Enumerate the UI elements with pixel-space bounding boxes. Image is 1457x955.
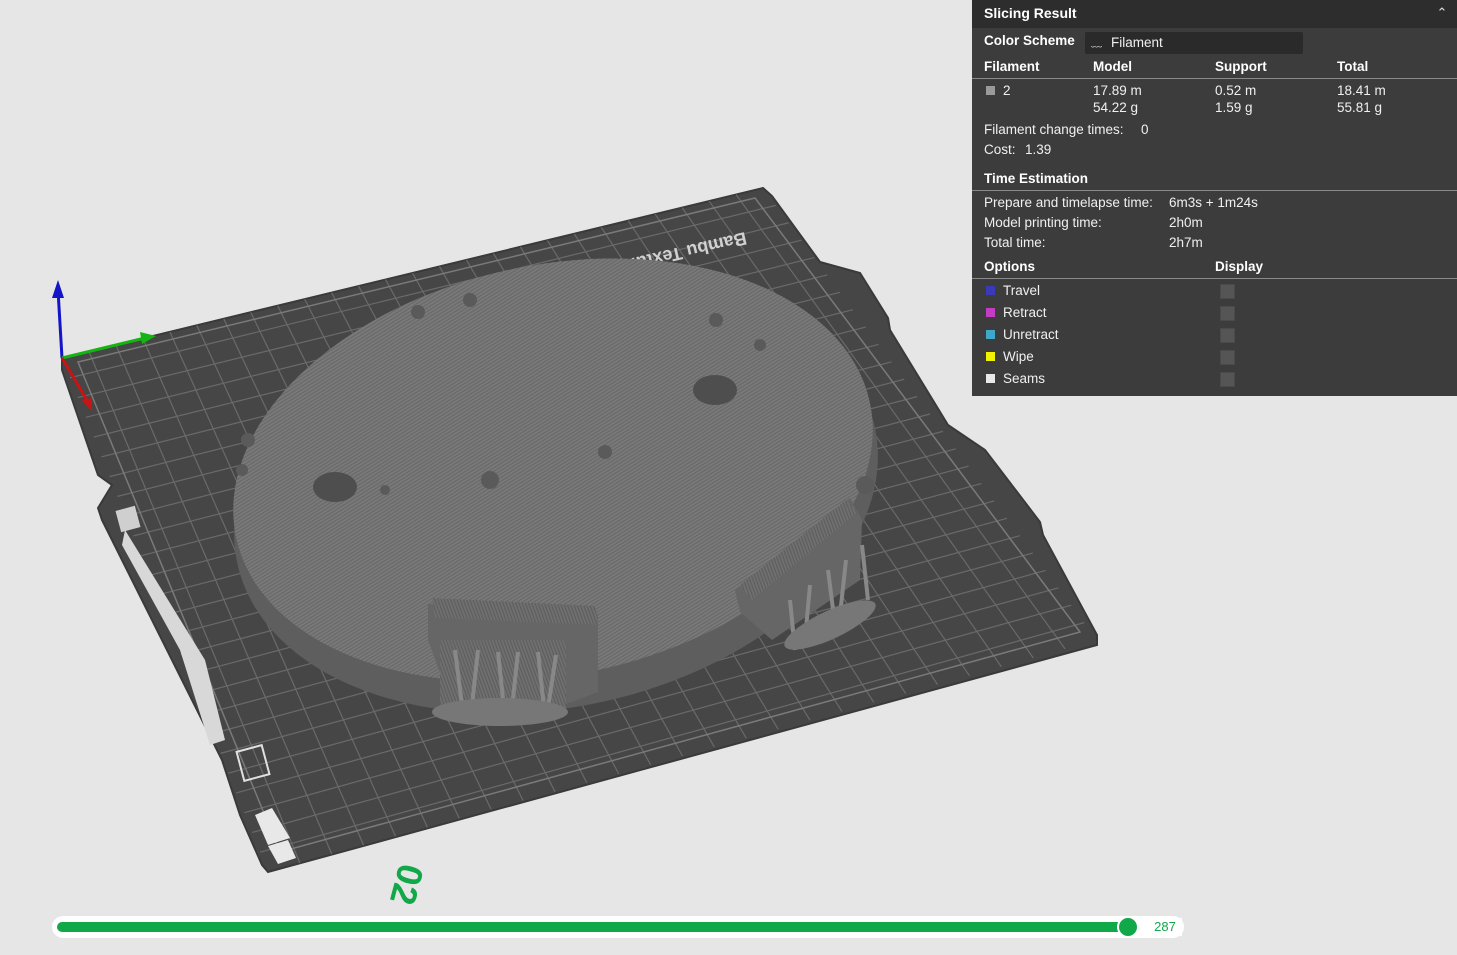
divider xyxy=(972,278,1457,279)
prepare-time-label: Prepare and timelapse time: xyxy=(984,195,1153,210)
option-swatch-wipe xyxy=(986,352,995,361)
option-swatch-seams xyxy=(986,374,995,383)
layer-slider-fill xyxy=(57,922,1128,932)
panel-title: Slicing Result xyxy=(984,5,1077,21)
display-checkbox-unretract[interactable] xyxy=(1220,328,1235,343)
plate-number: 02 xyxy=(382,860,432,909)
option-swatch-retract xyxy=(986,308,995,317)
header-model: Model xyxy=(1093,59,1132,74)
prepare-time-value: 6m3s + 1m24s xyxy=(1169,195,1258,210)
layer-value-label: 287 xyxy=(1148,918,1182,936)
model-weight: 54.22 g xyxy=(1093,100,1139,115)
option-label-unretract: Unretract xyxy=(1003,327,1059,342)
divider xyxy=(972,190,1457,191)
filament-id: 2 xyxy=(1003,83,1011,98)
display-checkbox-seams[interactable] xyxy=(1220,372,1235,387)
header-total: Total xyxy=(1337,59,1369,74)
support-length: 0.52 m xyxy=(1215,83,1257,98)
display-heading: Display xyxy=(1215,259,1264,274)
filament-change-label: Filament change times: xyxy=(984,122,1124,137)
total-time-label: Total time: xyxy=(984,235,1046,250)
options-heading: Options xyxy=(984,259,1035,274)
divider xyxy=(972,78,1457,79)
cost-label: Cost: xyxy=(984,142,1016,157)
panel-title-bar: Slicing Result ⌃ xyxy=(972,0,1457,28)
color-scheme-value: Filament xyxy=(1111,35,1163,50)
total-length: 18.41 m xyxy=(1337,83,1386,98)
header-support: Support xyxy=(1215,59,1267,74)
option-swatch-unretract xyxy=(986,330,995,339)
cost-value: 1.39 xyxy=(1025,142,1052,157)
color-scheme-dropdown[interactable]: ﹏ Filament xyxy=(1085,32,1303,54)
filament-swatch xyxy=(986,86,995,95)
color-scheme-label: Color Scheme xyxy=(984,33,1075,48)
collapse-icon[interactable]: ⌃ xyxy=(1433,4,1451,22)
total-time-value: 2h7m xyxy=(1169,235,1203,250)
option-swatch-travel xyxy=(986,286,995,295)
model-length: 17.89 m xyxy=(1093,83,1142,98)
display-checkbox-retract[interactable] xyxy=(1220,306,1235,321)
option-label-retract: Retract xyxy=(1003,305,1047,320)
option-label-wipe: Wipe xyxy=(1003,349,1034,364)
chevron-down-icon: ﹏ xyxy=(1091,37,1102,49)
option-label-seams: Seams xyxy=(1003,371,1046,386)
support-weight: 1.59 g xyxy=(1215,100,1253,115)
model-time-label: Model printing time: xyxy=(984,215,1102,230)
filament-change-value: 0 xyxy=(1141,122,1149,137)
time-estimation-heading: Time Estimation xyxy=(984,171,1089,186)
option-label-travel: Travel xyxy=(1003,283,1041,298)
model-time-value: 2h0m xyxy=(1169,215,1203,230)
layer-slider-thumb[interactable] xyxy=(1117,916,1139,938)
display-checkbox-wipe[interactable] xyxy=(1220,350,1235,365)
header-filament: Filament xyxy=(984,59,1040,74)
total-weight: 55.81 g xyxy=(1337,100,1383,115)
display-checkbox-travel[interactable] xyxy=(1220,284,1235,299)
slicing-result-panel: Slicing Result ⌃ Color Scheme ﹏ Filament… xyxy=(972,0,1457,396)
